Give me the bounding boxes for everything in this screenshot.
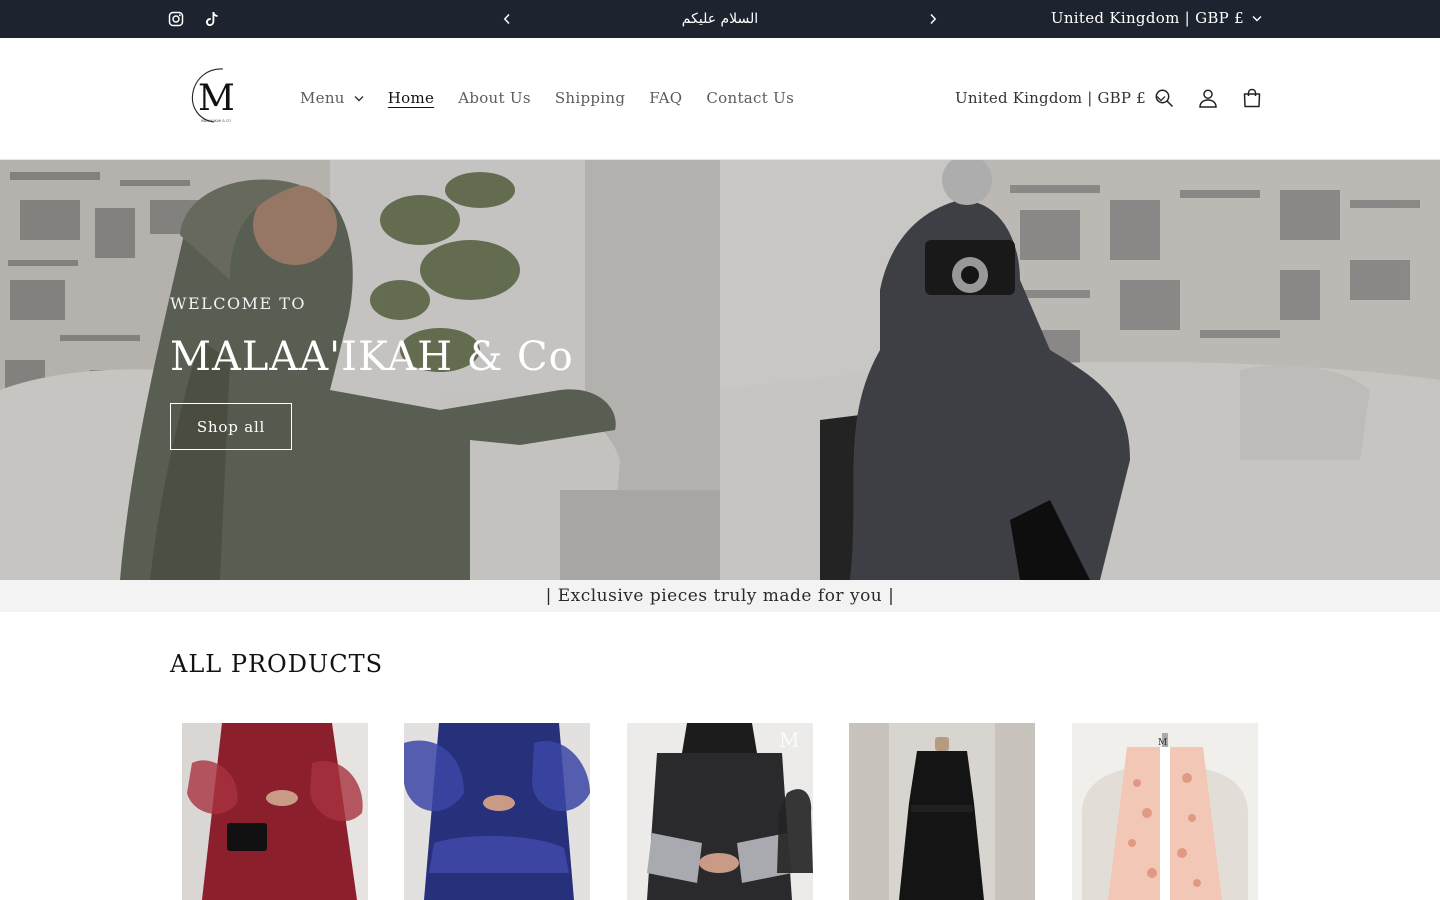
shop-all-button[interactable]: Shop all	[170, 403, 292, 450]
nav-item-shipping[interactable]: Shipping	[543, 86, 637, 110]
announcement-message: السلام عليكم	[681, 11, 759, 27]
tagline-strip: | Exclusive pieces truly made for you |	[0, 580, 1440, 612]
logo[interactable]: M MALAA'IKAH & CO	[186, 64, 246, 128]
svg-text:M: M	[779, 728, 799, 752]
product-card-2[interactable]	[404, 723, 590, 900]
announcement-country-selector[interactable]: United Kingdom | GBP £	[1051, 8, 1262, 28]
hero-subheading: WELCOME TO	[170, 294, 307, 313]
announcement-bar: السلام عليكم United Kingdom | GBP £	[0, 0, 1440, 38]
main-nav: Menu Home About Us Shipping FAQ Contact …	[300, 86, 806, 110]
product-card-5[interactable]: M	[1072, 723, 1258, 900]
hero-banner: WELCOME TO MALAA'IKAH & Co Shop all	[0, 160, 1440, 580]
instagram-icon[interactable]	[166, 9, 186, 29]
chevron-right-icon[interactable]	[923, 9, 943, 29]
section-title: ALL PRODUCTS	[170, 650, 384, 678]
nav-item-faq[interactable]: FAQ	[637, 86, 694, 110]
country-selector-label: United Kingdom | GBP £	[955, 89, 1146, 107]
chevron-left-icon[interactable]	[497, 9, 517, 29]
product-image: M	[1072, 723, 1258, 900]
product-card-4[interactable]	[849, 723, 1035, 900]
tiktok-icon[interactable]	[202, 9, 222, 29]
nav-item-home[interactable]: Home	[376, 86, 446, 110]
nav-label-menu: Menu	[300, 89, 345, 107]
chevron-down-icon	[1252, 15, 1262, 21]
logo-letter: M	[198, 78, 235, 119]
product-image	[404, 723, 590, 900]
product-image	[182, 723, 368, 900]
site-header: M MALAA'IKAH & CO Menu Home About Us Shi…	[0, 38, 1440, 160]
product-image	[849, 723, 1035, 900]
product-card-1[interactable]	[182, 723, 368, 900]
svg-text:M: M	[1158, 738, 1167, 748]
product-card-3[interactable]: M	[627, 723, 813, 900]
nav-item-about-us[interactable]: About Us	[446, 86, 543, 110]
nav-item-contact-us[interactable]: Contact Us	[694, 86, 806, 110]
header-country-selector[interactable]: United Kingdom | GBP £	[955, 86, 1166, 110]
country-selector-label: United Kingdom | GBP £	[1050, 9, 1244, 27]
chevron-down-icon	[354, 95, 364, 101]
hero-heading: MALAA'IKAH & Co	[170, 334, 574, 380]
account-icon[interactable]	[1196, 86, 1220, 110]
product-image: M	[627, 723, 813, 900]
search-icon[interactable]	[1152, 86, 1176, 110]
logo-text: MALAA'IKAH & CO	[201, 119, 231, 123]
cart-icon[interactable]	[1240, 86, 1264, 110]
nav-item-menu[interactable]: Menu	[300, 86, 376, 110]
